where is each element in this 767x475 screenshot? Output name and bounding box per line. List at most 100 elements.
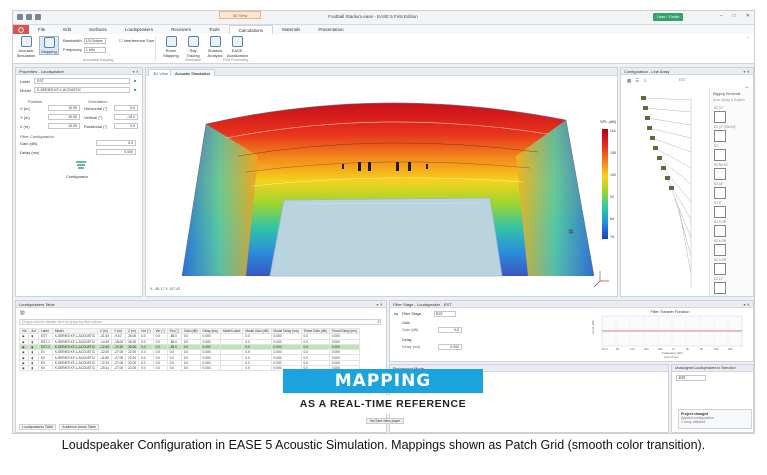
- rigging-elements-list: Rigging Elements Auto Splay & Angles K2 …: [709, 88, 753, 296]
- tab-acoustic-simulation[interactable]: Acoustic Simulation: [170, 69, 215, 76]
- panel-pin-icon[interactable]: ▾ ✕: [133, 68, 139, 75]
- table-cell: K-SERIES KF-L-ACOUSTIC: [51, 359, 99, 367]
- tab-calculations[interactable]: Calculations: [228, 25, 274, 34]
- filter-delay-input[interactable]: 0.000: [438, 344, 462, 350]
- frequency-field[interactable]: Frequency 1 kHz: [63, 47, 106, 53]
- columns-icon[interactable]: ▥: [20, 310, 25, 316]
- filter-transfer-plot[interactable]: Filter Transfer Function Level (dB) 20.0…: [590, 310, 750, 360]
- ease-auralization-button[interactable]: EASE Auralization: [227, 36, 248, 58]
- delay-input[interactable]: 0.000: [96, 149, 136, 155]
- stadium-mapping-canvas[interactable]: X: -85.17 Y: 107.43: [146, 76, 618, 297]
- project-changed-notification[interactable]: Project changed Applied configuration 1 …: [678, 409, 752, 429]
- unassigned-item[interactable]: EST: [676, 375, 706, 381]
- youtube-player-label[interactable]: YouTube video player: [366, 418, 404, 424]
- tab-audience-areas-table[interactable]: Audience Areas Table: [59, 424, 100, 430]
- filter-gain-input[interactable]: 0.0: [438, 327, 462, 333]
- table-cell: K-SERIES KF-L-ACOUSTIC: [51, 338, 99, 345]
- save-icon[interactable]: [17, 14, 23, 20]
- vertical-input[interactable]: -15.0: [114, 114, 138, 120]
- freq-tick: 50: [616, 347, 620, 351]
- tab-presentation[interactable]: Presentation: [309, 25, 352, 34]
- minimize-icon[interactable]: –: [720, 13, 723, 19]
- rigging-slot[interactable]: K2 18°: [714, 182, 726, 199]
- tab-loudspeakers-table[interactable]: Loudspeakers Table: [19, 424, 57, 430]
- export-icon[interactable]: ⇩: [643, 78, 647, 84]
- color-picker-icon[interactable]: ■: [134, 78, 136, 83]
- table-cell: K-SERIES KF-L-ACOUSTIC: [51, 333, 99, 340]
- rigging-slot[interactable]: K2 11°: [714, 277, 726, 294]
- quick-access-toolbar[interactable]: [17, 14, 41, 20]
- y-input[interactable]: 10.00: [48, 114, 80, 120]
- tab-surfaces[interactable]: Surfaces: [80, 25, 116, 34]
- filter-chain-icon: ⇆: [394, 312, 399, 318]
- search-icon[interactable]: ⌕: [377, 319, 380, 325]
- rigging-slot[interactable]: K2 | 0°: [714, 106, 726, 123]
- table-cell: [219, 365, 244, 372]
- configurator-label[interactable]: Configurator: [66, 174, 88, 179]
- rigging-slot[interactable]: K2 4 OR: [714, 239, 726, 256]
- 3d-view-panel[interactable]: 3D View Acoustic Simulation X: -85.17 Y:…: [145, 67, 618, 297]
- panel-pin-icon[interactable]: ▾ ✕: [377, 301, 383, 308]
- column-header[interactable]: Delay (ms): [199, 327, 221, 335]
- column-header[interactable]: Timed Delay (ms): [328, 327, 360, 335]
- acoustic-simulation-button[interactable]: Acoustic Simulation: [16, 36, 36, 58]
- column-header[interactable]: Timed Gain (dB): [300, 327, 330, 335]
- grid-icon[interactable]: ▦: [627, 78, 631, 84]
- tab-file[interactable]: File: [29, 25, 54, 34]
- rigging-slot[interactable]: K2: [714, 144, 726, 161]
- tab-materials[interactable]: Materials: [273, 25, 309, 34]
- rigging-slot[interactable]: K2 3 OR: [714, 220, 726, 237]
- bandwidth-select[interactable]: 1/3 Octave: [83, 38, 106, 44]
- rigging-slot[interactable]: K2 3 OR: [714, 258, 726, 275]
- tab-edit[interactable]: Edit: [54, 25, 80, 34]
- file-tab[interactable]: [13, 25, 29, 34]
- auto-splay-label: Auto Splay & Angles: [713, 98, 745, 102]
- column-header[interactable]: Model Label: [219, 327, 244, 335]
- close-icon[interactable]: ✕: [746, 13, 750, 19]
- panel-pin-icon[interactable]: ▾ ✕: [744, 68, 750, 75]
- bandwidth-field[interactable]: Bandwidth 1/3 Octave: [63, 38, 106, 44]
- tab-loudspeakers[interactable]: Loudspeakers: [116, 25, 162, 34]
- horizontal-input[interactable]: 0.0: [114, 105, 138, 111]
- gain-input[interactable]: 0.0: [96, 140, 136, 146]
- ray-tracing-button[interactable]: Ray Tracing: [183, 36, 203, 58]
- collapse-ribbon-icon[interactable]: ⌃: [747, 36, 750, 41]
- view-cube-icon[interactable]: ✲: [568, 228, 574, 236]
- column-header[interactable]: Model Delay (ms): [270, 327, 302, 335]
- filter-stage-panel: Filter Stage - Loudspeaker - EST ▾ ✕ ⇆ Fi…: [389, 300, 754, 362]
- loudspeakers-table[interactable]: Vis Act Label Model X (m) Y (m) Z (m) Hor (°) Ve…: [18, 327, 360, 372]
- model-input[interactable]: K-SERIES KF-L-ACOUSTIC: [34, 87, 130, 93]
- x-input[interactable]: 10.00: [48, 105, 80, 111]
- maximize-icon[interactable]: □: [733, 13, 736, 19]
- configurator-icon[interactable]: [74, 160, 88, 172]
- tab-tools[interactable]: Tools: [200, 25, 229, 34]
- redo-icon[interactable]: [35, 14, 41, 20]
- rigging-slot[interactable]: K2 | 0° (Re K2): [714, 125, 735, 142]
- acoustic-simulation-label: Acoustic Simulation: [16, 48, 36, 58]
- table-cell: 0.000: [199, 365, 221, 372]
- rotational-input[interactable]: 0.0: [114, 123, 138, 129]
- frequency-select[interactable]: 1 kHz: [83, 47, 106, 53]
- group-by-area[interactable]: Drag a column header here to group by th…: [19, 319, 381, 325]
- shadow-analysis-button[interactable]: Shadow Analysis: [205, 36, 225, 58]
- tab-receivers[interactable]: Receivers: [162, 25, 200, 34]
- orientation-title: Orientation: [88, 99, 108, 104]
- interference-sum-checkbox[interactable]: ☐ Interference Sum: [119, 38, 154, 43]
- slot-label: K2 3 OR: [714, 220, 727, 224]
- z-input[interactable]: 10.00: [48, 123, 80, 129]
- user-guide-button[interactable]: User / Guide: [653, 13, 684, 21]
- undo-icon[interactable]: [26, 14, 32, 20]
- mapping-button[interactable]: Mapping: [39, 36, 59, 55]
- list-icon[interactable]: ☰: [635, 78, 639, 84]
- filter-stage-select[interactable]: EST: [434, 311, 456, 317]
- label-input[interactable]: EST: [34, 78, 130, 84]
- column-header[interactable]: Model Gain (dB): [242, 327, 272, 335]
- column-header[interactable]: Gain (dB): [180, 327, 201, 335]
- panel-pin-icon[interactable]: ▾ ✕: [744, 301, 750, 308]
- context-tab-3d-view[interactable]: 3D View: [219, 11, 261, 19]
- line-array-preview[interactable]: [621, 88, 711, 297]
- room-mapping-button[interactable]: Room Mapping: [161, 36, 181, 58]
- rigging-slot[interactable]: K2 5°: [714, 201, 726, 218]
- rigging-slot[interactable]: K2 Re K2: [714, 163, 728, 180]
- position-title: Position: [28, 99, 43, 104]
